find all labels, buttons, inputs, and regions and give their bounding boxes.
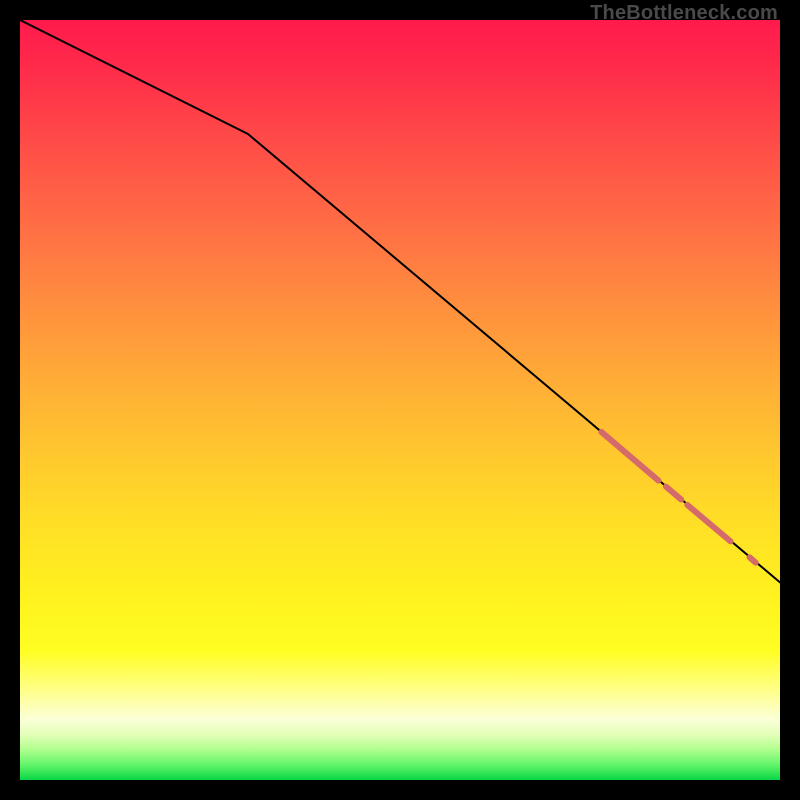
highlight-segment-c xyxy=(687,505,730,541)
highlight-segment-b xyxy=(666,487,681,500)
highlight-dot-d xyxy=(750,557,756,562)
chart-frame: TheBottleneck.com xyxy=(0,0,800,800)
chart-svg xyxy=(20,20,780,780)
highlight-layer xyxy=(601,432,755,563)
series-layer xyxy=(20,20,780,582)
highlight-segment-a xyxy=(601,432,658,481)
plot-area xyxy=(20,20,780,780)
series-curve xyxy=(20,20,780,582)
